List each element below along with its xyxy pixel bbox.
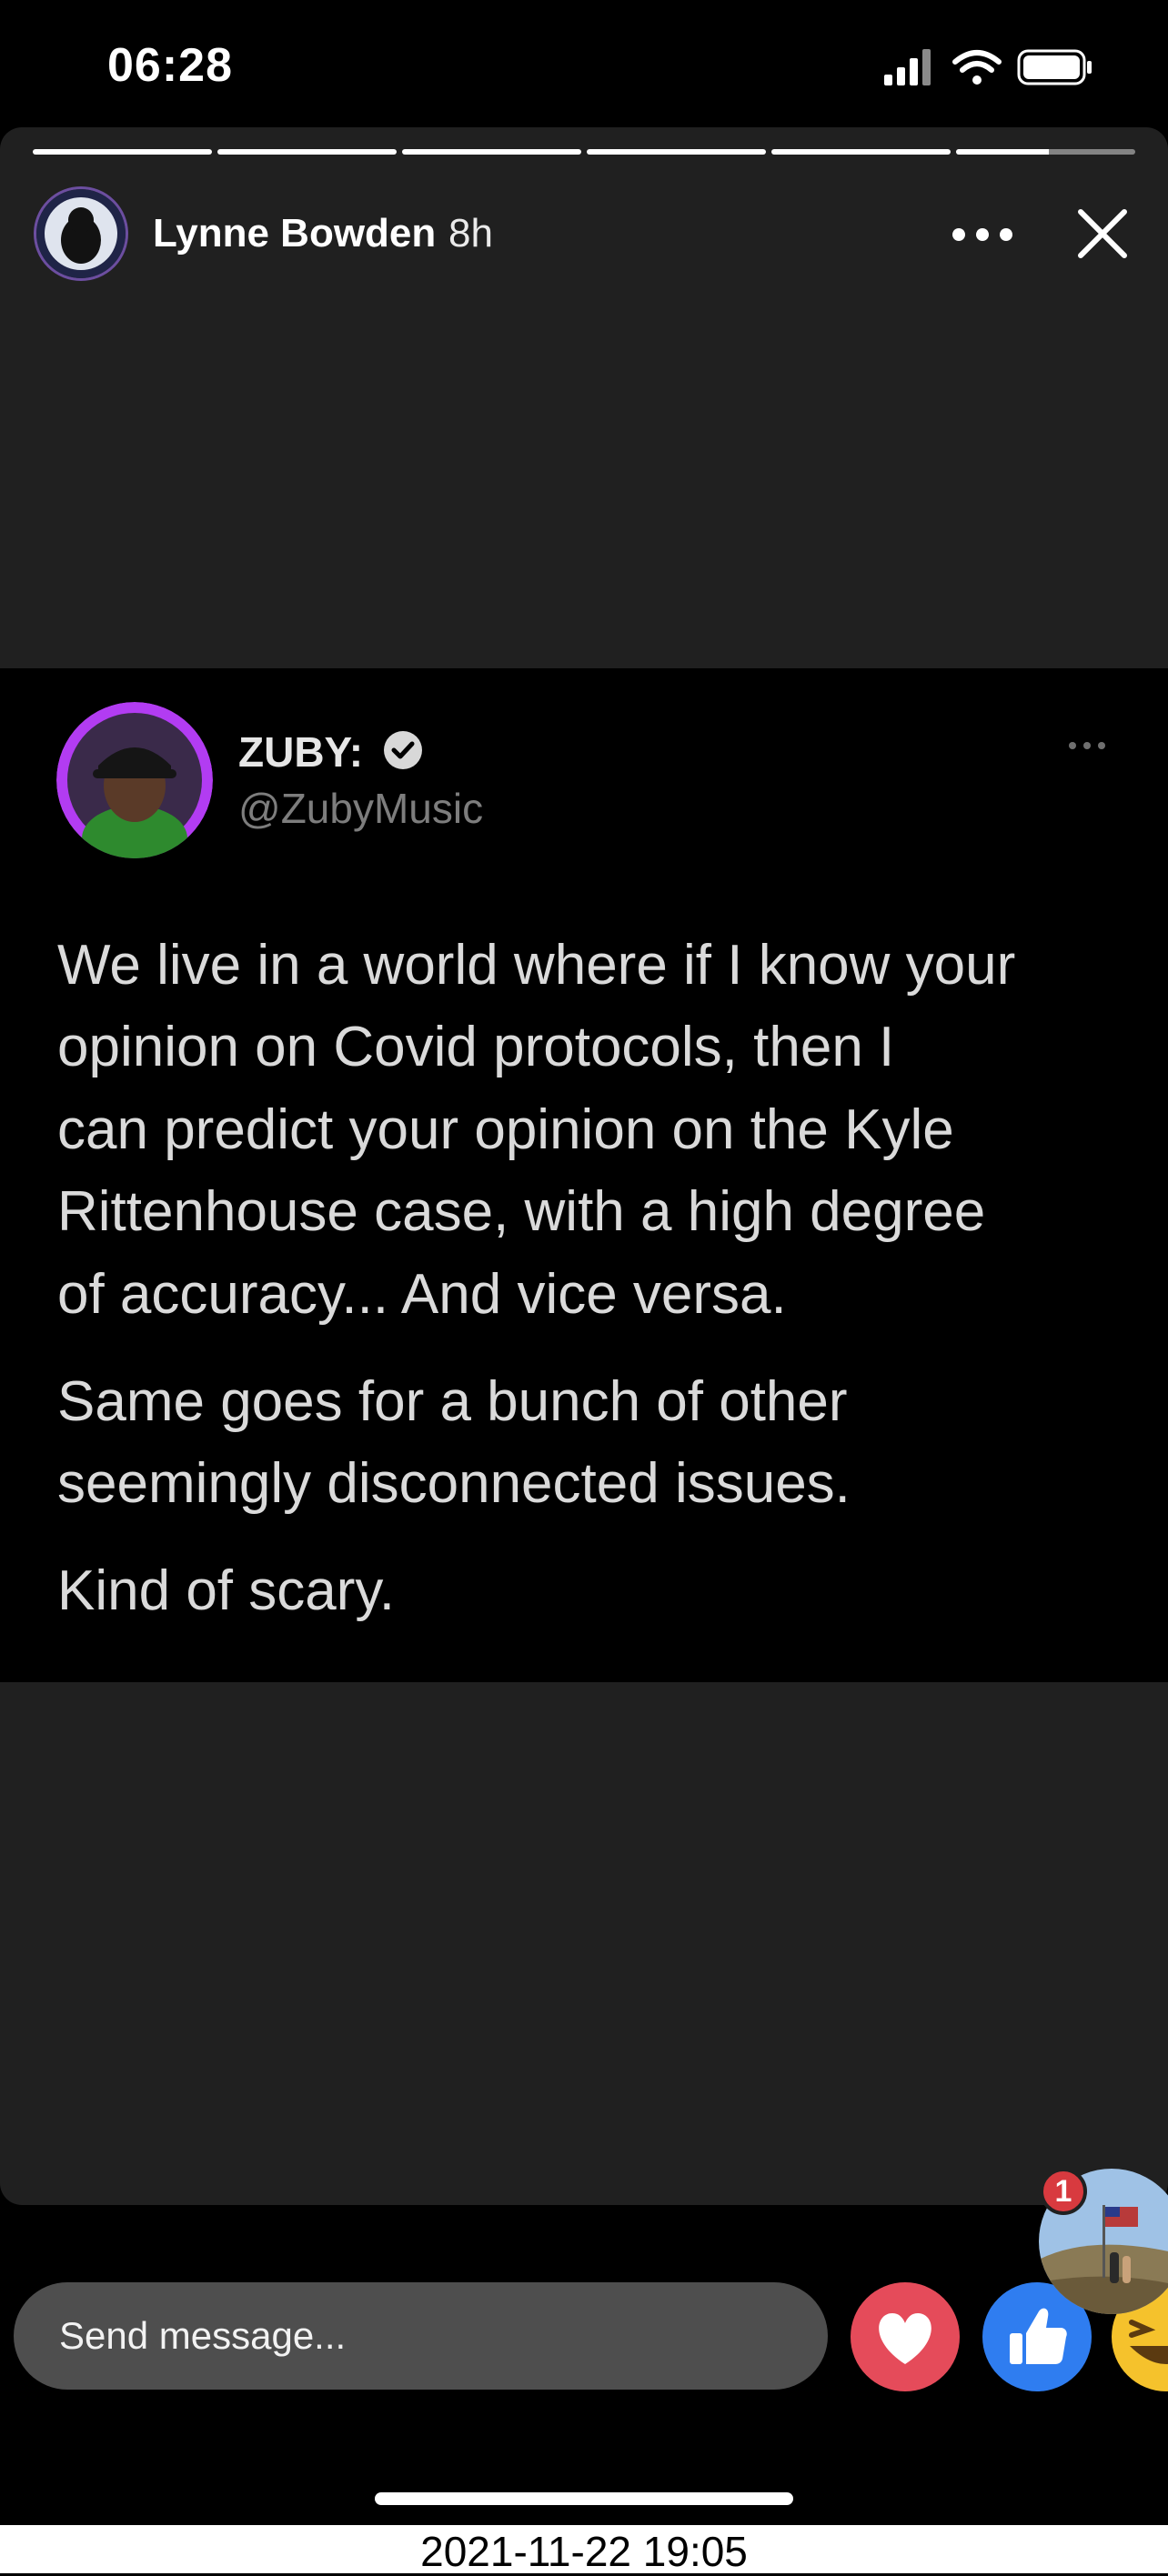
ellipsis-icon — [952, 228, 1012, 241]
story-progress-fill — [956, 149, 1050, 155]
home-indicator[interactable] — [375, 2492, 793, 2505]
story-progress-segment — [33, 149, 212, 155]
story-progress-fill — [587, 149, 766, 155]
story-progress-segment — [587, 149, 766, 155]
tweet-author-handle: @ZubyMusic — [238, 785, 484, 832]
tweet-text-line: can predict your opinion on the Kyle — [57, 1098, 954, 1161]
battery-icon — [1017, 49, 1092, 85]
tweet-text-line: Same goes for a bunch of other — [57, 1370, 848, 1433]
tweet-text-line: We live in a world where if I know your — [57, 934, 1016, 997]
story-progress-segment — [217, 149, 397, 155]
status-time: 06:28 — [107, 39, 233, 92]
viewer-count-badge: 1 — [1040, 2168, 1087, 2215]
send-message-input[interactable] — [14, 2282, 828, 2390]
tweet-text-line: opinion on Covid protocols, then I — [57, 1016, 895, 1078]
story-progress-segment — [402, 149, 581, 155]
post-time: 8h — [448, 211, 493, 256]
story-progress-fill — [33, 149, 212, 155]
more-options-button[interactable] — [946, 207, 1019, 262]
tweet-text-line: Kind of scary. — [57, 1559, 396, 1622]
status-icons — [881, 45, 1097, 89]
poster-name[interactable]: Lynne Bowden — [153, 211, 436, 256]
story-progress-segment — [956, 149, 1135, 155]
story-progress-segment — [771, 149, 951, 155]
wifi-icon — [952, 50, 1002, 85]
tweet-text-line: Rittenhouse case, with a high degree — [57, 1180, 986, 1243]
poster-avatar[interactable] — [34, 186, 128, 281]
capture-timestamp: 2021-11-22 19:05 — [420, 2528, 748, 2575]
story-progress-fill — [402, 149, 581, 155]
tweet-author-avatar — [56, 702, 213, 858]
story-progress-fill — [217, 149, 397, 155]
close-icon — [1078, 209, 1127, 258]
tweet-ellipsis-icon — [1066, 737, 1108, 755]
signal-icon — [884, 49, 931, 85]
story-progress-fill — [771, 149, 951, 155]
tweet-text-line: seemingly disconnected issues. — [57, 1452, 851, 1515]
close-button[interactable] — [1073, 205, 1132, 263]
verified-icon — [382, 729, 424, 771]
heart-reaction-button[interactable] — [851, 2282, 960, 2391]
tweet-author-name: ZUBY: — [238, 728, 364, 776]
heart-icon — [879, 2313, 931, 2364]
tweet-text-line: of accuracy... And vice versa. — [57, 1263, 787, 1326]
